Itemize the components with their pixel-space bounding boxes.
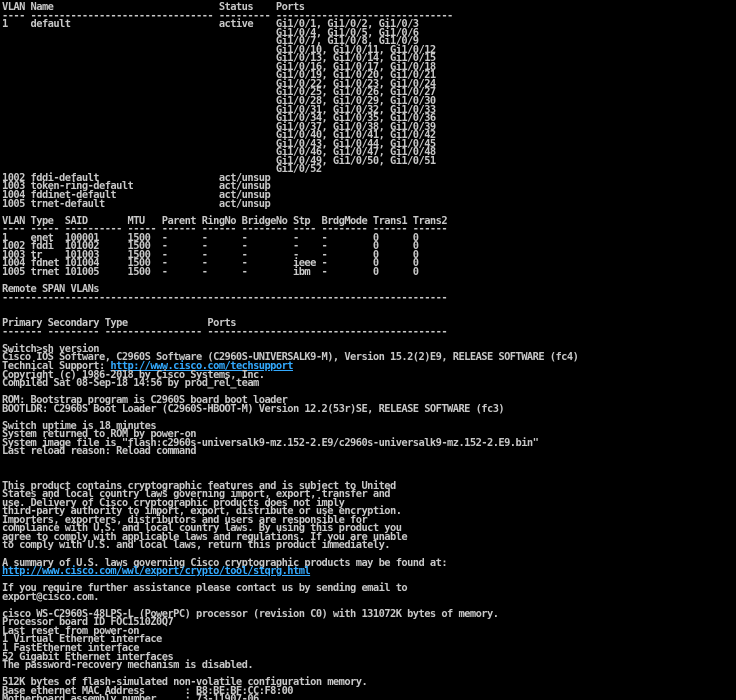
terminal-line-text: BOOTLDR: C2960S Boot Loader (C2960S-HBOO… — [2, 402, 505, 415]
terminal-line: ----------------------------------------… — [2, 291, 736, 304]
terminal-line-text: Compiled Sat 08-Sep-18 14:56 by prod_rel… — [2, 377, 259, 390]
terminal-line-text: Last reload reason: Reload command — [2, 445, 197, 458]
terminal-line-text: to comply with U.S. and local laws, retu… — [2, 539, 391, 552]
terminal-line-text: 1005 trnet 101005 1500 - - - ibm - 0 0 — [2, 265, 419, 278]
terminal-window[interactable]: VLAN Name Status Ports ---- -------------… — [0, 0, 736, 700]
terminal-line: 1005 trnet-default act/unsup — [2, 197, 736, 210]
terminal-line: Compiled Sat 08-Sep-18 14:56 by prod_rel… — [2, 377, 736, 390]
terminal-line: BOOTLDR: C2960S Boot Loader (C2960S-HBOO… — [2, 402, 736, 415]
terminal-line-text: export@cisco.com. — [2, 590, 100, 603]
terminal-url-link[interactable]: http://www.cisco.com/wwl/export/crypto/t… — [2, 565, 311, 577]
terminal-line-text: ------- --------- ----------------- ----… — [2, 325, 448, 338]
terminal-line: The password-recovery mechanism is disab… — [2, 659, 736, 672]
terminal-line: ------- --------- ----------------- ----… — [2, 325, 736, 338]
terminal-line-text: The password-recovery mechanism is disab… — [2, 659, 254, 672]
terminal-line-text: ----------------------------------------… — [2, 291, 448, 304]
terminal-line-text: Motherboard assembly number : 73-11907-0… — [2, 693, 259, 700]
terminal-line-text: 1005 trnet-default act/unsup — [2, 197, 271, 210]
terminal-line: If you require further assistance please… — [2, 583, 736, 593]
terminal-line: Motherboard assembly number : 73-11907-0… — [2, 693, 736, 700]
terminal-line: to comply with U.S. and local laws, retu… — [2, 539, 736, 552]
terminal-line: 1005 trnet 101005 1500 - - - ibm - 0 0 — [2, 265, 736, 278]
